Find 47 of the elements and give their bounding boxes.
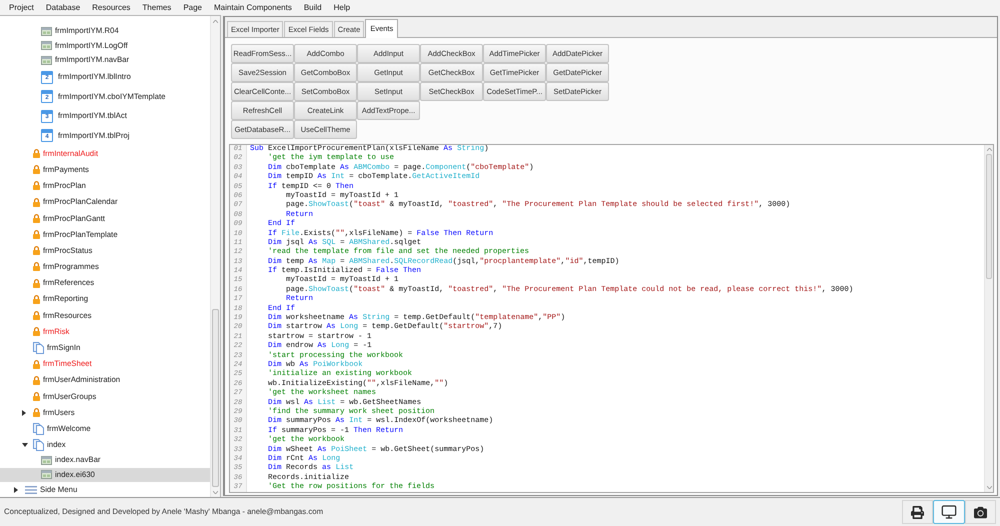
- camera-icon: [974, 506, 987, 518]
- lock-icon: [33, 360, 40, 369]
- scrollbar-thumb[interactable]: [212, 309, 219, 487]
- document-icon: [33, 342, 44, 354]
- printer-icon: [911, 506, 924, 518]
- window-icon: [41, 56, 52, 65]
- caret-down-icon[interactable]: [22, 442, 28, 447]
- lock-icon: [33, 214, 40, 223]
- lock-icon: [33, 198, 40, 207]
- code-editor[interactable]: [229, 144, 994, 494]
- lock-icon: [33, 327, 40, 336]
- window-icon: [41, 41, 52, 50]
- lock-icon: [33, 165, 40, 174]
- lock-icon: [33, 408, 40, 418]
- menu-item[interactable]: Themes: [136, 2, 178, 14]
- document-icon: [33, 438, 44, 451]
- menu-item[interactable]: Help: [328, 2, 356, 14]
- toolbar-button[interactable]: [933, 500, 965, 524]
- window-icon: [41, 470, 52, 480]
- lock-icon: [33, 246, 40, 256]
- toolbar-button[interactable]: [965, 500, 996, 524]
- scrollbar[interactable]: [210, 16, 220, 497]
- lock-icon: [33, 149, 40, 158]
- toolbar-button[interactable]: [902, 500, 933, 524]
- menu-item[interactable]: Build: [298, 2, 328, 14]
- monitor-icon: [941, 504, 957, 520]
- lock-icon: [33, 230, 40, 240]
- caret-right-icon[interactable]: [22, 410, 26, 416]
- lock-icon: [33, 392, 40, 401]
- lock-icon: [33, 376, 40, 385]
- menu-item[interactable]: Page: [177, 2, 208, 14]
- lock-icon: [33, 310, 40, 320]
- lock-icon: [33, 181, 40, 190]
- document-icon: [33, 422, 44, 435]
- scrollbar-thumb[interactable]: [986, 154, 992, 279]
- menu-item[interactable]: Project: [3, 2, 40, 14]
- menu-item[interactable]: Resources: [86, 2, 136, 14]
- lock-icon: [33, 278, 40, 288]
- lock-icon: [33, 262, 40, 272]
- window-icon: [41, 26, 52, 36]
- list-icon: [25, 486, 37, 494]
- window-icon: [41, 456, 52, 465]
- menu-item[interactable]: Database: [40, 2, 86, 14]
- scrollbar[interactable]: [984, 145, 993, 492]
- menu-item[interactable]: Maintain Components: [208, 2, 298, 14]
- caret-right-icon[interactable]: [14, 487, 18, 494]
- lock-icon: [33, 294, 40, 304]
